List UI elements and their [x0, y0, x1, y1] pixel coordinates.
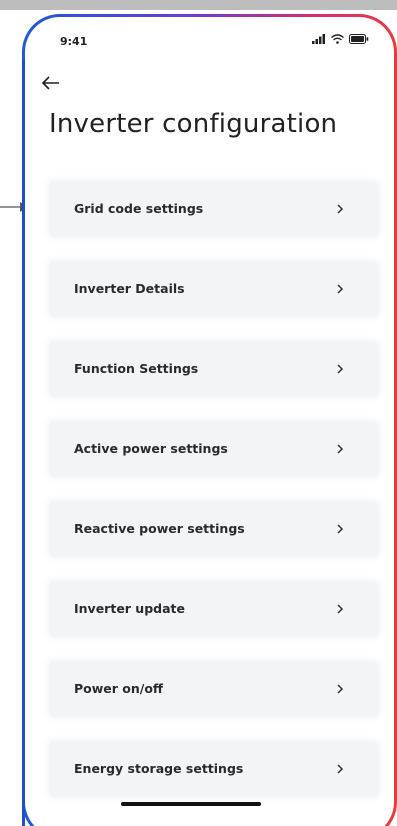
chevron-right-icon	[337, 444, 344, 454]
chevron-right-icon	[337, 204, 344, 214]
settings-item-label: Energy storage settings	[74, 761, 244, 776]
settings-item-label: Inverter Details	[74, 281, 185, 296]
settings-item-label: Function Settings	[74, 361, 199, 376]
status-bar: 9:41	[25, 17, 394, 57]
screenshot-page: 9:41 Inverter configuration Grid code se…	[0, 0, 397, 826]
inverter-update-item[interactable]: Inverter update	[49, 581, 379, 637]
grid-code-settings-item[interactable]: Grid code settings	[49, 181, 379, 237]
chevron-right-icon	[337, 604, 344, 614]
inverter-details-item[interactable]: Inverter Details	[49, 261, 379, 317]
settings-item-label: Inverter update	[74, 601, 185, 616]
wifi-icon	[331, 34, 344, 44]
power-on-off-item[interactable]: Power on/off	[49, 661, 379, 717]
settings-item-label: Grid code settings	[74, 201, 204, 216]
signal-icon	[312, 34, 325, 44]
page-title: Inverter configuration	[49, 109, 338, 139]
status-time: 9:41	[60, 35, 88, 48]
top-divider	[0, 0, 397, 10]
home-indicator[interactable]	[121, 802, 261, 806]
chevron-right-icon	[337, 524, 344, 534]
settings-item-label: Power on/off	[74, 681, 164, 696]
status-icons	[312, 34, 369, 44]
active-power-settings-item[interactable]: Active power settings	[49, 421, 379, 477]
settings-item-label: Active power settings	[74, 441, 228, 456]
phone-frame: 9:41 Inverter configuration Grid code se…	[22, 14, 397, 826]
reactive-power-settings-item[interactable]: Reactive power settings	[49, 501, 379, 557]
phone-frame-edge	[22, 60, 25, 826]
function-settings-item[interactable]: Function Settings	[49, 341, 379, 397]
back-arrow-icon[interactable]	[41, 75, 61, 91]
energy-storage-settings-item[interactable]: Energy storage settings	[49, 741, 379, 797]
chevron-right-icon	[337, 684, 344, 694]
battery-icon	[349, 34, 369, 44]
settings-list: Grid code settings Inverter Details Func…	[49, 181, 379, 821]
settings-item-label: Reactive power settings	[74, 521, 245, 536]
chevron-right-icon	[337, 764, 344, 774]
chevron-right-icon	[337, 284, 344, 294]
chevron-right-icon	[337, 364, 344, 374]
